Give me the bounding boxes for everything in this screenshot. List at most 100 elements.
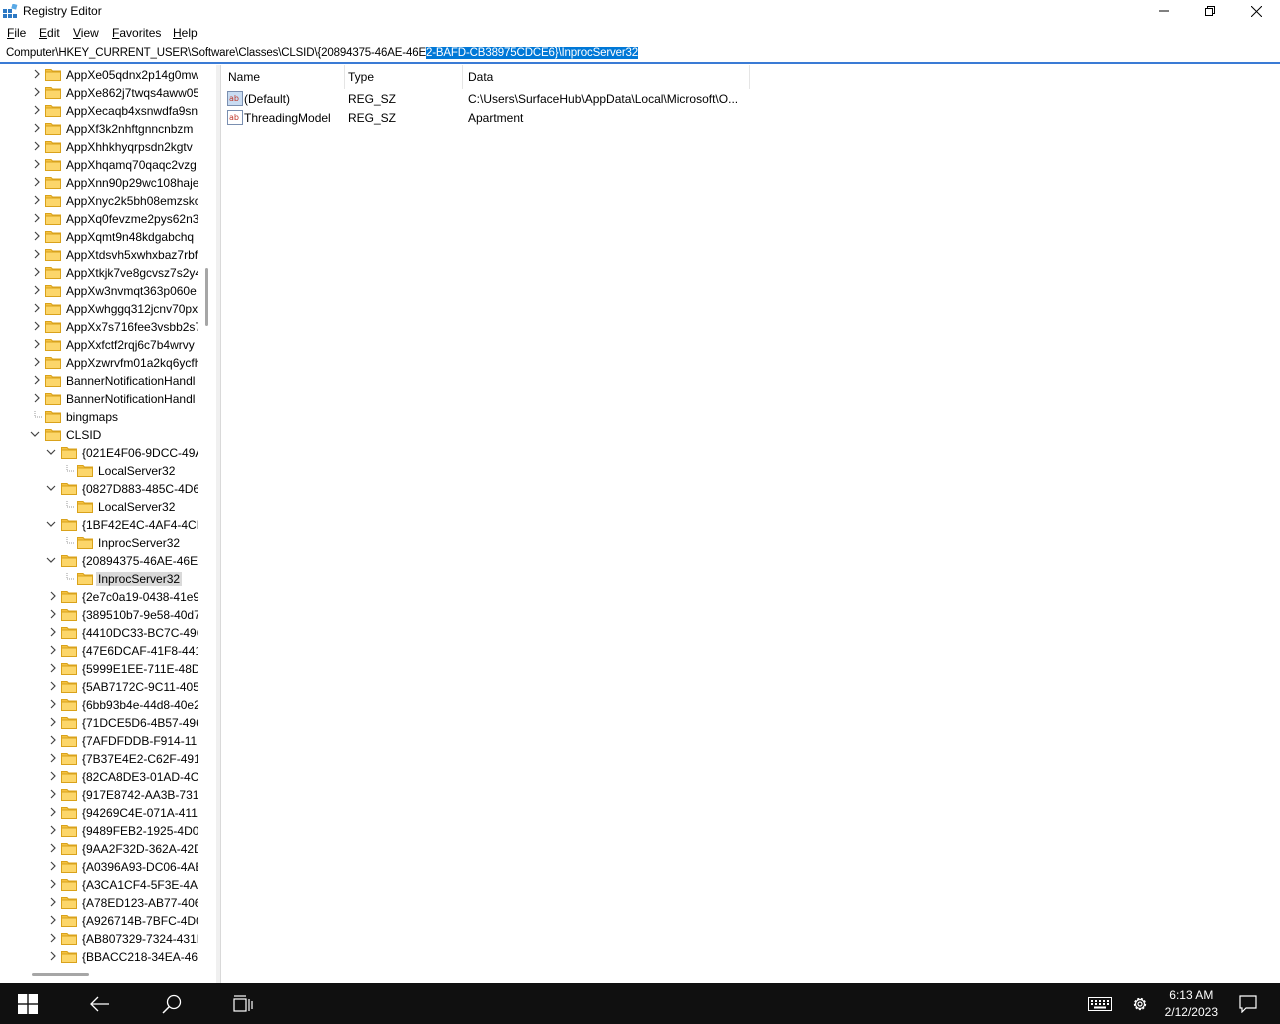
tree-node[interactable]: {389510b7-9e58-40d7- — [0, 606, 198, 624]
key-tree-pane[interactable]: AppXe05qdnx2p14g0mw AppXe862j7twqs4aww05 A… — [0, 65, 216, 983]
column-type-header[interactable]: Type — [348, 70, 374, 84]
tree-vertical-scroll-thumb[interactable] — [205, 268, 208, 326]
menu-favorites[interactable]: Favorites — [112, 26, 161, 40]
chevron-right-icon[interactable] — [32, 303, 42, 313]
chevron-right-icon[interactable] — [48, 591, 58, 601]
tree-node[interactable]: AppXhqamq70qaqc2vzg — [0, 156, 198, 174]
tree-node[interactable]: AppXnyc2k5bh08emzskc — [0, 192, 198, 210]
back-button[interactable] — [72, 983, 128, 1024]
chevron-right-icon[interactable] — [32, 321, 42, 331]
minimize-button[interactable] — [1141, 0, 1187, 22]
tree-node[interactable]: AppXqmt9n48kdgabchq — [0, 228, 198, 246]
column-name-header[interactable]: Name — [228, 70, 260, 84]
tree-node[interactable]: {94269C4E-071A-4116 — [0, 804, 198, 822]
touch-keyboard-button[interactable] — [1078, 983, 1122, 1024]
tree-node[interactable]: {A78ED123-AB77-406E — [0, 894, 198, 912]
column-divider[interactable] — [462, 65, 463, 89]
chevron-right-icon[interactable] — [32, 141, 42, 151]
chevron-right-icon[interactable] — [32, 195, 42, 205]
chevron-right-icon[interactable] — [48, 951, 58, 961]
tree-node[interactable]: AppXe862j7twqs4aww05 — [0, 84, 198, 102]
task-view-button[interactable] — [216, 983, 272, 1024]
tree-node[interactable]: AppXtdsvh5xwhxbaz7rbf — [0, 246, 198, 264]
value-row[interactable]: ab (Default) REG_SZ C:\Users\SurfaceHub\App… — [222, 90, 782, 109]
chevron-right-icon[interactable] — [48, 933, 58, 943]
chevron-right-icon[interactable] — [32, 69, 42, 79]
tree-node[interactable]: CLSID — [0, 426, 198, 444]
search-button[interactable] — [144, 983, 200, 1024]
chevron-right-icon[interactable] — [48, 699, 58, 709]
tree-node[interactable]: AppXecaqb4xsnwdfa9sn — [0, 102, 198, 120]
chevron-right-icon[interactable] — [32, 159, 42, 169]
tree-node[interactable]: AppXx7s716fee3vsbb2s7 — [0, 318, 198, 336]
chevron-down-icon[interactable] — [46, 519, 56, 529]
pane-splitter[interactable] — [216, 65, 221, 983]
tree-node[interactable]: {7AFDFDDB-F914-11E — [0, 732, 198, 750]
chevron-right-icon[interactable] — [48, 753, 58, 763]
chevron-right-icon[interactable] — [32, 87, 42, 97]
tree-node[interactable]: {9AA2F32D-362A-42D — [0, 840, 198, 858]
action-center-button[interactable] — [1228, 983, 1268, 1024]
tree-node[interactable]: {7B37E4E2-C62F-4914 — [0, 750, 198, 768]
chevron-right-icon[interactable] — [32, 393, 42, 403]
chevron-right-icon[interactable] — [32, 213, 42, 223]
tree-node[interactable]: AppXxfctf2rqj6c7b4wrvy — [0, 336, 198, 354]
tree-node[interactable]: {20894375-46AE-46E2- — [0, 552, 198, 570]
tree-horizontal-scroll-thumb[interactable] — [32, 973, 89, 976]
tree-node[interactable]: {021E4F06-9DCC-49AI — [0, 444, 198, 462]
tree-node[interactable]: {47E6DCAF-41F8-441C — [0, 642, 198, 660]
tree-node[interactable]: AppXtkjk7ve8gcvsz7s2y4 — [0, 264, 198, 282]
tree-node[interactable]: AppXhhkhyqrpsdn2kgtv — [0, 138, 198, 156]
tree-node[interactable]: {71DCE5D6-4B57-496E — [0, 714, 198, 732]
tree-node[interactable]: {5AB7172C-9C11-405C — [0, 678, 198, 696]
tree-node[interactable]: {A0396A93-DC06-4AE — [0, 858, 198, 876]
column-data-header[interactable]: Data — [468, 70, 493, 84]
tree-node[interactable]: AppXe05qdnx2p14g0mw — [0, 66, 198, 84]
tree-node[interactable]: InprocServer32 — [0, 570, 198, 588]
chevron-right-icon[interactable] — [32, 267, 42, 277]
value-row[interactable]: ab ThreadingModel REG_SZ Apartment — [222, 109, 782, 128]
chevron-right-icon[interactable] — [48, 717, 58, 727]
chevron-right-icon[interactable] — [32, 285, 42, 295]
chevron-right-icon[interactable] — [32, 375, 42, 385]
menu-help[interactable]: Help — [173, 26, 198, 40]
tree-node[interactable]: {82CA8DE3-01AD-4CE — [0, 768, 198, 786]
chevron-right-icon[interactable] — [48, 843, 58, 853]
settings-button[interactable] — [1122, 983, 1158, 1024]
chevron-right-icon[interactable] — [48, 825, 58, 835]
tree-node[interactable]: {4410DC33-BC7C-496I — [0, 624, 198, 642]
chevron-down-icon[interactable] — [46, 483, 56, 493]
tree-node[interactable]: BannerNotificationHandl — [0, 390, 198, 408]
chevron-right-icon[interactable] — [32, 357, 42, 367]
column-divider[interactable] — [344, 65, 345, 89]
chevron-right-icon[interactable] — [32, 123, 42, 133]
menu-view[interactable]: View — [73, 26, 99, 40]
tree-node[interactable]: {A926714B-7BFC-4D08 — [0, 912, 198, 930]
chevron-right-icon[interactable] — [48, 789, 58, 799]
chevron-right-icon[interactable] — [48, 807, 58, 817]
tree-node[interactable]: BannerNotificationHandl — [0, 372, 198, 390]
tree-node[interactable]: AppXzwrvfm01a2kq6ycfh — [0, 354, 198, 372]
column-divider[interactable] — [749, 65, 750, 89]
tree-node[interactable]: {917E8742-AA3B-7318 — [0, 786, 198, 804]
tree-node[interactable]: AppXf3k2nhftgnncnbzm — [0, 120, 198, 138]
tree-node[interactable]: {1BF42E4C-4AF4-4CFI — [0, 516, 198, 534]
tree-node[interactable]: {5999E1EE-711E-48D2- — [0, 660, 198, 678]
chevron-right-icon[interactable] — [48, 663, 58, 673]
chevron-right-icon[interactable] — [48, 879, 58, 889]
chevron-down-icon[interactable] — [46, 447, 56, 457]
tree-vertical-scrollbar[interactable] — [199, 65, 216, 968]
address-path[interactable]: Computer\HKEY_CURRENT_USER\Software\Clas… — [6, 47, 638, 59]
chevron-right-icon[interactable] — [32, 105, 42, 115]
tree-node[interactable]: {9489FEB2-1925-4D01- — [0, 822, 198, 840]
chevron-down-icon[interactable] — [30, 429, 40, 439]
close-button[interactable] — [1233, 0, 1279, 22]
tree-node[interactable]: {0827D883-485C-4D62 — [0, 480, 198, 498]
menu-edit[interactable]: Edit — [39, 26, 60, 40]
tree-node[interactable]: bingmaps — [0, 408, 198, 426]
clock[interactable]: 6:13 AM 2/12/2023 — [1165, 987, 1218, 1021]
tree-node[interactable]: {6bb93b4e-44d8-40e2 — [0, 696, 198, 714]
chevron-right-icon[interactable] — [48, 681, 58, 691]
chevron-right-icon[interactable] — [48, 771, 58, 781]
tree-node[interactable]: InprocServer32 — [0, 534, 198, 552]
